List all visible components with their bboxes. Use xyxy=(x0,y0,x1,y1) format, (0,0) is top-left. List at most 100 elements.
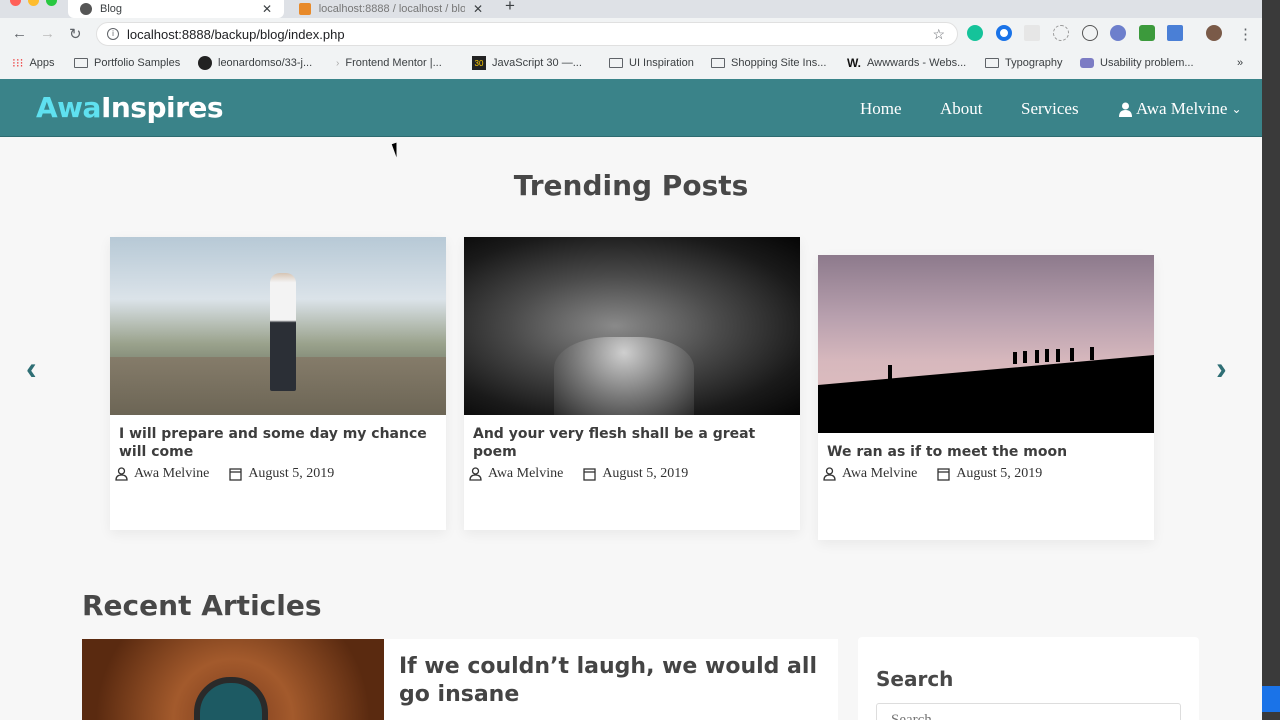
search-input[interactable] xyxy=(876,703,1181,720)
post-meta: Awa Melvine August 5, 2019 xyxy=(818,461,1154,487)
globe-icon xyxy=(80,3,92,15)
bookmark-apps[interactable]: ⁝⁝⁝ Apps xyxy=(12,56,55,70)
extension-icon[interactable] xyxy=(1024,25,1040,41)
bookmark-link[interactable]: W. Awwwards - Webs... xyxy=(847,56,966,70)
folder-icon xyxy=(711,58,725,68)
post-meta: Awa Melvine August 5, 2019 xyxy=(464,461,800,487)
more-bookmarks-button[interactable]: » xyxy=(1237,57,1243,69)
folder-icon xyxy=(985,58,999,68)
search-widget: Search xyxy=(858,637,1199,720)
frontend-mentor-icon: › xyxy=(336,57,340,69)
post-image-silhouettes-sunset[interactable] xyxy=(818,255,1154,433)
nav-home[interactable]: Home xyxy=(860,99,902,119)
bookmark-folder[interactable]: Typography xyxy=(985,57,1062,69)
post-date: August 5, 2019 xyxy=(602,466,689,481)
browser-chrome: Blog ✕ localhost:8888 / localhost / blo … xyxy=(0,0,1262,79)
calendar-icon xyxy=(229,468,242,481)
article-image[interactable] xyxy=(82,639,384,720)
post-author: Awa Melvine xyxy=(134,466,210,481)
extension-icon[interactable] xyxy=(1082,25,1098,41)
awwwards-icon: W. xyxy=(847,56,861,70)
close-icon[interactable]: ✕ xyxy=(262,2,272,16)
carousel-next-button[interactable]: › xyxy=(1216,350,1227,387)
site-logo[interactable]: AwaInspires xyxy=(36,91,224,124)
scrollbar[interactable] xyxy=(1262,0,1280,720)
reload-icon[interactable]: ↻ xyxy=(69,25,82,43)
post-card[interactable]: I will prepare and some day my chance wi… xyxy=(110,237,446,530)
folder-icon xyxy=(609,58,623,68)
window-controls xyxy=(10,0,57,6)
info-icon[interactable]: i xyxy=(107,28,119,40)
user-icon xyxy=(469,467,482,481)
webpage: AwaInspires Home About Services Awa Melv… xyxy=(0,79,1262,720)
post-author: Awa Melvine xyxy=(488,466,564,481)
bookmark-link[interactable]: 30 JavaScript 30 —... xyxy=(472,56,582,70)
bookmark-link[interactable]: leonardomso/33-j... xyxy=(198,56,312,70)
recent-title: Recent Articles xyxy=(82,589,322,622)
site-navbar: AwaInspires Home About Services Awa Melv… xyxy=(0,79,1262,137)
extension-icon[interactable] xyxy=(1167,25,1183,41)
menu-icon[interactable]: ⋮ xyxy=(1238,25,1253,43)
tab-strip: Blog ✕ localhost:8888 / localhost / blo … xyxy=(0,0,1262,18)
bookmark-folder[interactable]: Shopping Site Ins... xyxy=(711,57,826,69)
extension-icon[interactable] xyxy=(996,25,1012,41)
address-bar[interactable]: i localhost:8888/backup/blog/index.php ☆ xyxy=(96,22,958,46)
tab-title: Blog xyxy=(100,3,123,15)
tab-blog[interactable]: Blog ✕ xyxy=(68,0,284,18)
extension-icon[interactable] xyxy=(1139,25,1155,41)
post-title[interactable]: And your very flesh shall be a great poe… xyxy=(464,415,800,461)
close-icon[interactable]: ✕ xyxy=(473,2,483,16)
github-icon xyxy=(198,56,212,70)
bookmark-folder[interactable]: UI Inspiration xyxy=(609,57,694,69)
search-title: Search xyxy=(876,667,954,691)
user-menu[interactable]: Awa Melvine ⌄ xyxy=(1119,99,1242,119)
post-image-old-man-portrait[interactable] xyxy=(464,237,800,415)
post-image-man-on-cliff[interactable] xyxy=(110,237,446,415)
nav-services[interactable]: Services xyxy=(1021,99,1079,119)
close-window-button[interactable] xyxy=(10,0,21,6)
maximize-window-button[interactable] xyxy=(46,0,57,6)
url-text: localhost:8888/backup/blog/index.php xyxy=(127,26,345,42)
post-date: August 5, 2019 xyxy=(248,466,335,481)
post-meta: Awa Melvine August 5, 2019 xyxy=(110,461,446,487)
star-icon[interactable]: ☆ xyxy=(932,26,945,43)
calendar-icon xyxy=(937,468,950,481)
apps-grid-icon: ⁝⁝⁝ xyxy=(12,56,24,70)
trending-title: Trending Posts xyxy=(513,169,749,202)
post-title[interactable]: We ran as if to meet the moon xyxy=(818,433,1154,461)
post-card[interactable]: And your very flesh shall be a great poe… xyxy=(464,237,800,530)
article-card[interactable]: If we couldn’t laugh, we would all go in… xyxy=(82,639,838,720)
user-icon xyxy=(823,467,836,481)
carousel-prev-button[interactable]: ‹ xyxy=(26,350,37,387)
post-title[interactable]: I will prepare and some day my chance wi… xyxy=(110,415,446,461)
minimize-window-button[interactable] xyxy=(28,0,39,6)
post-author: Awa Melvine xyxy=(842,466,918,481)
toolbar: ← → ↻ i localhost:8888/backup/blog/index… xyxy=(0,21,1262,47)
folder-icon xyxy=(74,58,88,68)
post-card[interactable]: We ran as if to meet the moon Awa Melvin… xyxy=(818,255,1154,540)
post-date: August 5, 2019 xyxy=(956,466,1043,481)
bookmark-link[interactable]: Usability problem... xyxy=(1080,57,1194,69)
scroll-indicator xyxy=(1262,686,1280,712)
bookmark-link[interactable]: › Frontend Mentor |... xyxy=(336,57,442,69)
new-tab-button[interactable]: + xyxy=(505,0,515,16)
extension-icon[interactable] xyxy=(1053,25,1069,41)
nav-about[interactable]: About xyxy=(940,99,983,119)
forward-icon[interactable]: → xyxy=(40,25,55,42)
usability-icon xyxy=(1080,58,1094,68)
js30-icon: 30 xyxy=(472,56,486,70)
tab-phpmyadmin[interactable]: localhost:8888 / localhost / blo ✕ xyxy=(287,0,495,18)
phpmyadmin-icon xyxy=(299,3,311,15)
tab-title: localhost:8888 / localhost / blo xyxy=(318,3,465,15)
bookmark-folder[interactable]: Portfolio Samples xyxy=(74,57,180,69)
grammarly-icon[interactable] xyxy=(967,25,983,41)
avatar[interactable] xyxy=(1206,25,1222,41)
chevron-down-icon: ⌄ xyxy=(1231,101,1242,116)
calendar-icon xyxy=(583,468,596,481)
user-icon xyxy=(1119,102,1132,117)
extension-icon[interactable] xyxy=(1110,25,1126,41)
user-icon xyxy=(115,467,128,481)
article-title[interactable]: If we couldn’t laugh, we would all go in… xyxy=(399,653,829,709)
hill-silhouette xyxy=(818,347,1154,433)
back-icon[interactable]: ← xyxy=(12,25,27,42)
